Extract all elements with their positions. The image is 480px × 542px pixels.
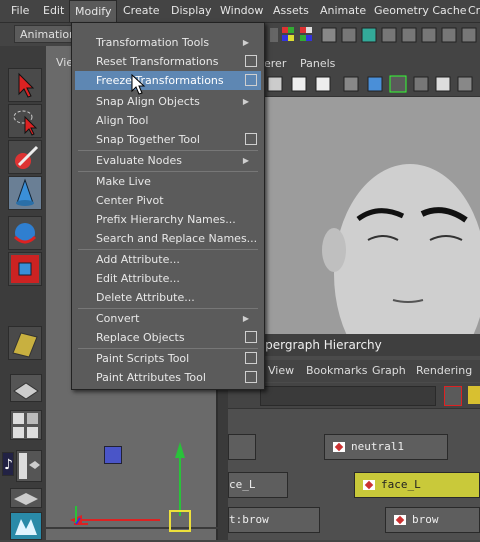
lasso-tool-icon	[13, 110, 38, 136]
persp-outliner-icon	[19, 453, 40, 479]
submenu-arrow-icon: ▶	[242, 38, 249, 47]
submenu-arrow-icon: ▶	[242, 156, 249, 165]
maya-logo-button[interactable]	[10, 512, 42, 540]
menu-item-paint-attributes-tool[interactable]: Paint Attributes Tool	[75, 368, 261, 387]
option-box-icon[interactable]	[245, 55, 257, 67]
hypergraph-node-neutral1[interactable]: neutral1	[324, 434, 448, 460]
menu-item-center-pivot[interactable]: Center Pivot	[75, 191, 261, 210]
menu-geometry-cache[interactable]: Geometry Cache	[369, 0, 472, 22]
grid-perspective-icon	[13, 382, 39, 400]
transform-node-icon	[333, 442, 345, 452]
menu-edit[interactable]: Edit	[38, 0, 69, 22]
transform-node-icon	[394, 515, 406, 525]
menu-animate[interactable]: Animate	[315, 0, 371, 22]
hypergraph-node-face-l-partial[interactable]: ce_L	[228, 472, 288, 498]
hypergraph-frame-button[interactable]	[444, 386, 462, 406]
menu-file[interactable]: File	[6, 0, 34, 22]
hypergraph-bookmark-field[interactable]	[260, 386, 436, 406]
last-tool-button[interactable]	[8, 326, 42, 360]
outliner-layout-button[interactable]: ♪	[2, 452, 14, 476]
persp-graph-layout-button[interactable]	[10, 488, 42, 508]
menu-item-edit-attribute[interactable]: Edit Attribute...	[75, 269, 261, 288]
viewport-shelf-icons	[267, 75, 473, 93]
menu-item-reset-transformations[interactable]: Reset Transformations	[75, 52, 261, 71]
menu-window[interactable]: Window	[215, 0, 268, 22]
scale-tool-button[interactable]	[8, 252, 42, 286]
menu-item-transformation-tools[interactable]: Transformation Tools ▶	[75, 33, 261, 52]
option-box-icon[interactable]	[245, 133, 257, 145]
menu-item-convert[interactable]: Convert ▶	[75, 309, 261, 328]
menu-create[interactable]: Create	[118, 0, 165, 22]
lasso-tool-button[interactable]	[8, 104, 42, 138]
menu-item-replace-objects[interactable]: Replace Objects	[75, 328, 261, 347]
viewport-panel-menubar: erer Panels	[228, 54, 480, 74]
status-line-icons	[270, 27, 477, 43]
option-box-icon[interactable]	[245, 331, 257, 343]
submenu-arrow-icon: ▶	[242, 314, 249, 323]
menu-item-paint-scripts-tool[interactable]: Paint Scripts Tool	[75, 349, 261, 368]
maya-logo-icon	[15, 519, 37, 535]
hypergraph-menu-graph[interactable]: Graph	[372, 360, 406, 382]
menu-item-snap-together-tool[interactable]: Snap Together Tool	[75, 130, 261, 149]
hypergraph-canvas[interactable]: neutral1 ce_L face_L t:brow brow	[228, 409, 480, 540]
scale-tool-icon	[11, 255, 39, 283]
last-tool-icon	[12, 332, 38, 358]
transform-node-icon	[363, 480, 375, 490]
paint-select-tool-icon	[15, 145, 39, 169]
viewport-menu-renderer[interactable]: erer	[264, 57, 286, 70]
hypergraph-title-bar: ypergraph Hierarchy	[228, 334, 480, 356]
rotate-tool-button[interactable]	[8, 216, 42, 250]
move-tool-icon	[16, 178, 34, 206]
menu-display[interactable]: Display	[166, 0, 217, 22]
menu-item-delete-attribute[interactable]: Delete Attribute...	[75, 288, 261, 307]
menu-item-search-replace-names[interactable]: Search and Replace Names...	[75, 229, 261, 248]
single-view-layout-button[interactable]	[10, 374, 42, 402]
move-manipulator[interactable]	[46, 406, 218, 540]
hypergraph-menu-bookmarks[interactable]: Bookmarks	[306, 360, 367, 382]
move-tool-button[interactable]	[8, 176, 42, 210]
menu-item-align-tool[interactable]: Align Tool	[75, 111, 261, 130]
paint-select-tool-button[interactable]	[8, 140, 42, 174]
main-menubar: File Edit Modify Create Display Window A…	[0, 0, 480, 23]
toolbox: ♪	[0, 46, 46, 540]
hypergraph-node-blank[interactable]	[228, 434, 256, 460]
menu-item-prefix-hierarchy-names[interactable]: Prefix Hierarchy Names...	[75, 210, 261, 229]
mouse-cursor-icon	[131, 74, 146, 95]
menu-set-select[interactable]: Animation	[14, 25, 76, 43]
persp-outliner-layout-button[interactable]	[16, 450, 42, 482]
modify-dropdown-menu: Transformation Tools ▶ Reset Transformati…	[71, 22, 265, 390]
option-box-icon[interactable]	[245, 74, 257, 86]
rotate-tool-icon	[13, 223, 37, 244]
hypergraph-node-face-l[interactable]: face_L	[354, 472, 480, 498]
submenu-arrow-icon: ▶	[242, 97, 249, 106]
option-box-icon[interactable]	[245, 371, 257, 383]
menu-item-evaluate-nodes[interactable]: Evaluate Nodes ▶	[75, 151, 261, 170]
music-note-icon: ♪	[4, 457, 13, 473]
hypergraph-node-brow[interactable]: brow	[385, 507, 480, 533]
menu-create-truncated[interactable]: Cr	[463, 0, 480, 22]
svg-text:♪: ♪	[4, 457, 13, 473]
hypergraph-menubar: View Bookmarks Graph Rendering	[228, 360, 480, 382]
hypergraph-toolbar	[228, 383, 480, 409]
viewport-icon-bar	[228, 74, 480, 97]
menu-assets[interactable]: Assets	[268, 0, 314, 22]
grid-icon	[14, 493, 38, 505]
select-tool-button[interactable]	[8, 68, 42, 102]
hypergraph-menu-view[interactable]: View	[268, 360, 294, 382]
hypergraph-menu-rendering[interactable]: Rendering	[416, 360, 472, 382]
hypergraph-scene-button[interactable]	[468, 386, 480, 404]
viewport-menu-panels[interactable]: Panels	[300, 57, 335, 70]
four-view-layout-icon	[13, 413, 38, 438]
menu-item-snap-align-objects[interactable]: Snap Align Objects ▶	[75, 92, 261, 111]
menu-modify[interactable]: Modify	[69, 0, 118, 22]
option-box-icon[interactable]	[245, 352, 257, 364]
select-tool-icon	[18, 72, 35, 98]
menu-item-add-attribute[interactable]: Add Attribute...	[75, 250, 261, 269]
menu-item-freeze-transformations[interactable]: Freeze Transformations	[75, 71, 261, 90]
hypergraph-node-brow-partial[interactable]: t:brow	[228, 507, 320, 533]
menu-item-make-live[interactable]: Make Live	[75, 172, 261, 191]
four-view-layout-button[interactable]	[10, 410, 42, 440]
